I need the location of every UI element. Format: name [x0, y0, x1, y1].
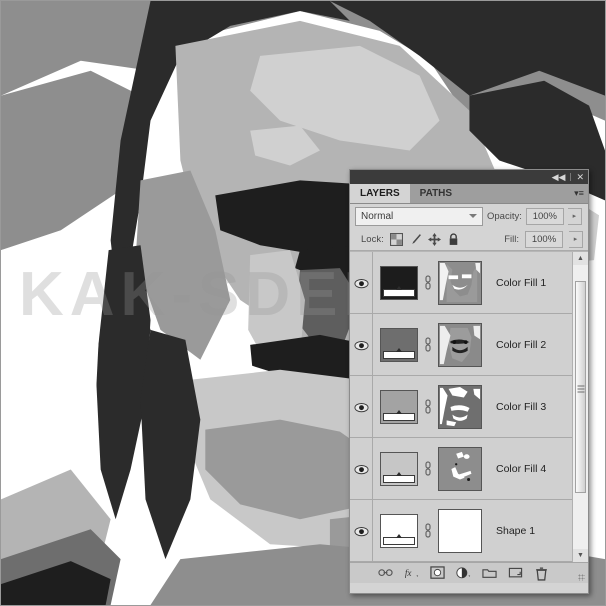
- grip-icon: [577, 384, 584, 393]
- link-icon[interactable]: [423, 522, 433, 539]
- new-layer-icon[interactable]: [508, 566, 523, 580]
- layer-list-scrollbar[interactable]: ▲ ▼: [572, 252, 588, 562]
- chevron-down-icon: [469, 214, 477, 218]
- trash-icon[interactable]: [534, 566, 549, 581]
- scroll-down-arrow[interactable]: ▼: [573, 549, 588, 562]
- layer-list: Color Fill 1 Color Fill 2 Color Fill 3 C…: [350, 251, 588, 562]
- fx-icon[interactable]: fx: [404, 566, 419, 580]
- layers-panel: ◀◀ ✕ LAYERS PATHS ▾≡ Normal Opacity: 100…: [349, 169, 589, 594]
- table-row[interactable]: Color Fill 3: [350, 376, 572, 438]
- layer-name: Color Fill 4: [496, 462, 547, 475]
- opacity-label: Opacity:: [487, 210, 522, 222]
- visibility-cell[interactable]: [350, 438, 373, 499]
- link-icon[interactable]: [423, 460, 433, 477]
- fill-thumbnail[interactable]: [380, 389, 418, 424]
- layer-name: Shape 1: [496, 524, 536, 537]
- table-row[interactable]: Color Fill 1: [350, 252, 572, 314]
- link-icon[interactable]: [423, 336, 433, 353]
- collapse-icon[interactable]: ◀◀: [552, 172, 566, 182]
- eye-icon[interactable]: [353, 401, 369, 413]
- resize-grip-icon[interactable]: [578, 574, 585, 581]
- layer-name: Color Fill 2: [496, 338, 547, 351]
- panel-menu-icon[interactable]: ▾≡: [570, 184, 588, 203]
- lock-row: Lock: Fill: 100% ▸: [350, 228, 588, 251]
- transparency-icon[interactable]: [389, 232, 403, 246]
- fill-thumbnail[interactable]: [380, 451, 418, 486]
- scroll-track[interactable]: [573, 265, 588, 549]
- panel-footer-toolbar: fx: [350, 562, 588, 583]
- fill-input[interactable]: 100%: [525, 230, 563, 248]
- layer-name: Color Fill 3: [496, 400, 547, 413]
- table-row[interactable]: Shape 1: [350, 500, 572, 562]
- visibility-cell[interactable]: [350, 314, 373, 375]
- photoshop-window: KAK-SDELA ◀◀ ✕ LAYERS PATHS ▾≡ Normal Op…: [0, 0, 606, 606]
- move-icon[interactable]: [427, 232, 441, 246]
- layer-thumbs: [373, 260, 482, 305]
- mask-thumbnail[interactable]: [438, 508, 482, 553]
- folder-icon[interactable]: [481, 566, 497, 580]
- lock-label-text: Lock:: [361, 233, 384, 245]
- link-icon[interactable]: [423, 398, 433, 415]
- visibility-cell[interactable]: [350, 252, 373, 313]
- blend-mode-row: Normal Opacity: 100% ▸: [350, 204, 588, 228]
- eye-icon[interactable]: [353, 277, 369, 289]
- link-icon[interactable]: [423, 274, 433, 291]
- mask-thumbnail[interactable]: [438, 322, 482, 367]
- eye-icon[interactable]: [353, 463, 369, 475]
- mask-thumbnail[interactable]: [438, 446, 482, 491]
- blend-mode-select[interactable]: Normal: [355, 206, 483, 226]
- layer-name: Color Fill 1: [496, 276, 547, 289]
- brush-icon[interactable]: [409, 233, 422, 246]
- eye-icon[interactable]: [353, 525, 369, 537]
- eye-icon[interactable]: [353, 339, 369, 351]
- visibility-cell[interactable]: [350, 376, 373, 437]
- tab-paths[interactable]: PATHS: [409, 184, 463, 203]
- link-icon[interactable]: [377, 566, 393, 580]
- visibility-cell[interactable]: [350, 500, 373, 561]
- table-row[interactable]: Color Fill 4: [350, 438, 572, 500]
- tab-layers[interactable]: LAYERS: [350, 184, 410, 203]
- mask-icon[interactable]: [429, 566, 445, 580]
- lock-icon[interactable]: [447, 232, 460, 246]
- opacity-input[interactable]: 100%: [525, 207, 564, 225]
- layer-rows: Color Fill 1 Color Fill 2 Color Fill 3 C…: [350, 252, 572, 562]
- opacity-stepper[interactable]: ▸: [567, 207, 582, 225]
- layer-thumbs: [373, 322, 482, 367]
- fill-thumbnail[interactable]: [380, 327, 418, 362]
- close-icon[interactable]: ✕: [576, 172, 584, 182]
- tab-filler: [462, 184, 570, 203]
- table-row[interactable]: Color Fill 2: [350, 314, 572, 376]
- panel-tabs: LAYERS PATHS ▾≡: [350, 184, 588, 204]
- layer-thumbs: [373, 508, 482, 553]
- panel-titlebar: ◀◀ ✕: [350, 170, 588, 184]
- mask-thumbnail[interactable]: [438, 260, 482, 305]
- svg-text:fx: fx: [404, 568, 411, 578]
- fill-thumbnail[interactable]: [380, 265, 418, 300]
- fill-label: Fill:: [504, 233, 519, 245]
- halfcircle-icon[interactable]: [455, 566, 471, 580]
- blend-mode-value: Normal: [361, 210, 394, 222]
- fill-thumbnail[interactable]: [380, 513, 418, 548]
- layer-thumbs: [373, 446, 482, 491]
- scroll-up-arrow[interactable]: ▲: [573, 252, 588, 265]
- scroll-thumb[interactable]: [575, 281, 586, 493]
- fill-stepper[interactable]: ▸: [569, 230, 583, 248]
- titlebar-divider: [570, 173, 572, 181]
- mask-thumbnail[interactable]: [438, 384, 482, 429]
- layer-thumbs: [373, 384, 482, 429]
